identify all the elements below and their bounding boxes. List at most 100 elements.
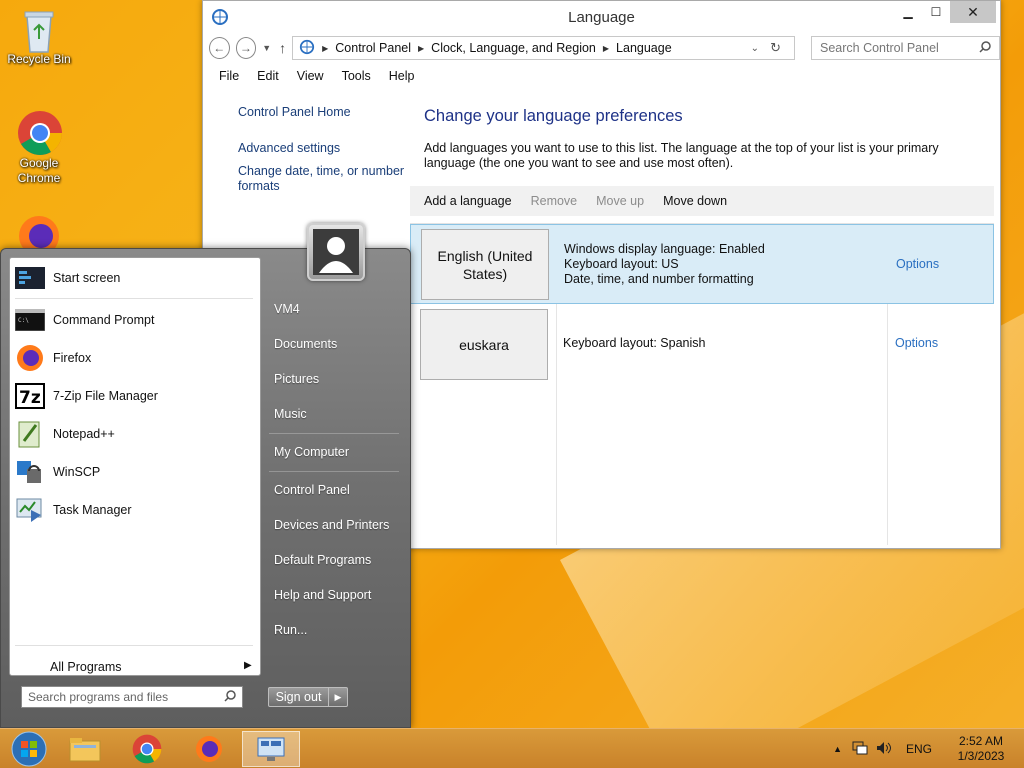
my-computer-link[interactable]: My Computer (274, 445, 349, 459)
maximize-button[interactable]: ☐ (922, 1, 950, 23)
minimize-button[interactable]: ▁ (894, 1, 922, 23)
program-task-manager[interactable]: Task Manager (14, 493, 258, 527)
pictures-link[interactable]: Pictures (274, 372, 319, 386)
add-language-button[interactable]: Add a language (424, 194, 512, 208)
run-link[interactable]: Run... (274, 623, 307, 637)
options-link[interactable]: Options (895, 336, 938, 350)
task-manager-icon (14, 494, 46, 526)
program-command-prompt[interactable]: C:\ Command Prompt (14, 303, 258, 337)
language-row-english[interactable]: English (United States) Windows display … (410, 224, 994, 304)
control-panel-link[interactable]: Control Panel (274, 483, 350, 497)
firefox-icon (196, 736, 222, 762)
volume-icon[interactable] (876, 741, 892, 758)
taskbar-firefox[interactable] (180, 731, 238, 767)
start-menu: Start screen C:\ Command Prompt Firefox … (0, 223, 411, 728)
recent-locations-icon[interactable]: ▼ (262, 43, 271, 53)
windows-orb-icon (11, 731, 47, 767)
search-icon[interactable] (979, 40, 991, 56)
all-programs-button[interactable]: All Programs (50, 660, 122, 674)
back-button[interactable]: ← (209, 37, 230, 59)
program-label: WinSCP (53, 465, 101, 479)
user-avatar[interactable] (307, 223, 365, 281)
search-control-panel-input[interactable]: Search Control Panel (811, 36, 1001, 60)
input-language-indicator[interactable]: ENG (906, 742, 932, 756)
address-dropdown-icon[interactable]: ⌄ (751, 43, 759, 54)
close-button[interactable]: ✕ (950, 1, 996, 23)
desktop-icon-label: Google Chrome (17, 156, 61, 185)
page-description: Add languages you want to use to this li… (424, 141, 939, 170)
program-notepadpp[interactable]: Notepad++ (14, 417, 258, 451)
language-row-euskara[interactable]: euskara Keyboard layout: Spanish Options (410, 305, 994, 385)
address-bar[interactable]: ▶ Control Panel ▶ Clock, Language, and R… (292, 36, 795, 60)
language-tile[interactable]: English (United States) (421, 229, 549, 300)
start-screen-icon (14, 262, 46, 294)
documents-link[interactable]: Documents (274, 337, 337, 351)
breadcrumb-clock-language-region[interactable]: Clock, Language, and Region (431, 41, 596, 55)
divider (15, 645, 253, 646)
breadcrumb-control-panel[interactable]: Control Panel (335, 41, 411, 55)
breadcrumb-language[interactable]: Language (616, 41, 672, 55)
menu-edit[interactable]: Edit (257, 69, 279, 83)
up-button[interactable]: ↑ (279, 40, 286, 56)
winscp-icon (14, 456, 46, 488)
program-7zip[interactable]: 7z 7-Zip File Manager (14, 379, 258, 413)
menu-file[interactable]: File (219, 69, 239, 83)
menu-view[interactable]: View (297, 69, 324, 83)
program-winscp[interactable]: WinSCP (14, 455, 258, 489)
network-icon[interactable] (852, 741, 868, 758)
svg-text:7z: 7z (19, 388, 41, 408)
search-programs-input[interactable]: Search programs and files (21, 686, 243, 708)
search-icon (224, 689, 236, 705)
taskbar-control-panel[interactable] (242, 731, 300, 767)
clock-time: 2:52 AM (958, 734, 1004, 748)
title-bar[interactable]: Language ▁ ☐ ✕ (203, 1, 1000, 33)
language-tile[interactable]: euskara (420, 309, 548, 380)
language-info-line: Windows display language: Enabled (564, 242, 765, 256)
advanced-settings-link[interactable]: Advanced settings (238, 141, 406, 156)
desktop-icon-label: Recycle Bin (7, 52, 71, 66)
breadcrumb-separator-icon[interactable]: ▶ (603, 44, 609, 53)
system-tray: ▲ ENG 2:52 AM 1/3/2023 (833, 729, 1024, 768)
7zip-icon: 7z (14, 380, 46, 412)
program-start-screen[interactable]: Start screen (14, 261, 258, 295)
menu-tools[interactable]: Tools (342, 69, 371, 83)
help-support-link[interactable]: Help and Support (274, 588, 371, 602)
clock[interactable]: 2:52 AM 1/3/2023 (946, 734, 1016, 764)
program-label: Task Manager (53, 503, 132, 517)
program-label: Start screen (53, 271, 121, 285)
options-link[interactable]: Options (896, 257, 939, 271)
divider (269, 433, 399, 434)
forward-button[interactable]: → (235, 37, 257, 59)
change-date-time-link[interactable]: Change date, time, or number formats (238, 164, 406, 194)
program-firefox[interactable]: Firefox (14, 341, 258, 375)
sign-out-button[interactable]: Sign out ▶ (268, 687, 348, 707)
taskbar-file-explorer[interactable] (56, 731, 114, 767)
clock-date: 1/3/2023 (957, 749, 1005, 763)
user-folder-link[interactable]: VM4 (274, 302, 300, 316)
remove-button[interactable]: Remove (531, 194, 578, 208)
breadcrumb-separator-icon[interactable]: ▶ (322, 44, 328, 53)
default-programs-link[interactable]: Default Programs (274, 553, 371, 567)
taskbar: ▲ ENG 2:52 AM 1/3/2023 (0, 728, 1024, 768)
control-panel-home-link[interactable]: Control Panel Home (238, 105, 406, 120)
music-link[interactable]: Music (274, 407, 307, 421)
desktop-icon-chrome[interactable]: Google Chrome (3, 110, 75, 186)
desktop-icon-recycle-bin[interactable]: Recycle Bin (3, 6, 75, 67)
move-up-button[interactable]: Move up (596, 194, 644, 208)
menu-help[interactable]: Help (389, 69, 415, 83)
breadcrumb-separator-icon[interactable]: ▶ (418, 44, 424, 53)
sign-out-label: Sign out (269, 688, 329, 706)
show-hidden-icons-icon[interactable]: ▲ (833, 744, 842, 754)
search-placeholder: Search programs and files (28, 690, 169, 704)
start-menu-programs-pane: Start screen C:\ Command Prompt Firefox … (9, 257, 261, 676)
command-prompt-icon: C:\ (14, 304, 46, 336)
devices-printers-link[interactable]: Devices and Printers (274, 518, 389, 532)
refresh-icon[interactable]: ↻ (770, 40, 781, 56)
chevron-right-icon[interactable]: ▶ (329, 688, 347, 706)
move-down-button[interactable]: Move down (663, 194, 727, 208)
svg-text:C:\: C:\ (18, 317, 29, 324)
chevron-right-icon: ▶ (244, 660, 252, 671)
start-button[interactable] (0, 731, 58, 767)
program-label: 7-Zip File Manager (53, 389, 158, 403)
taskbar-chrome[interactable] (118, 731, 176, 767)
